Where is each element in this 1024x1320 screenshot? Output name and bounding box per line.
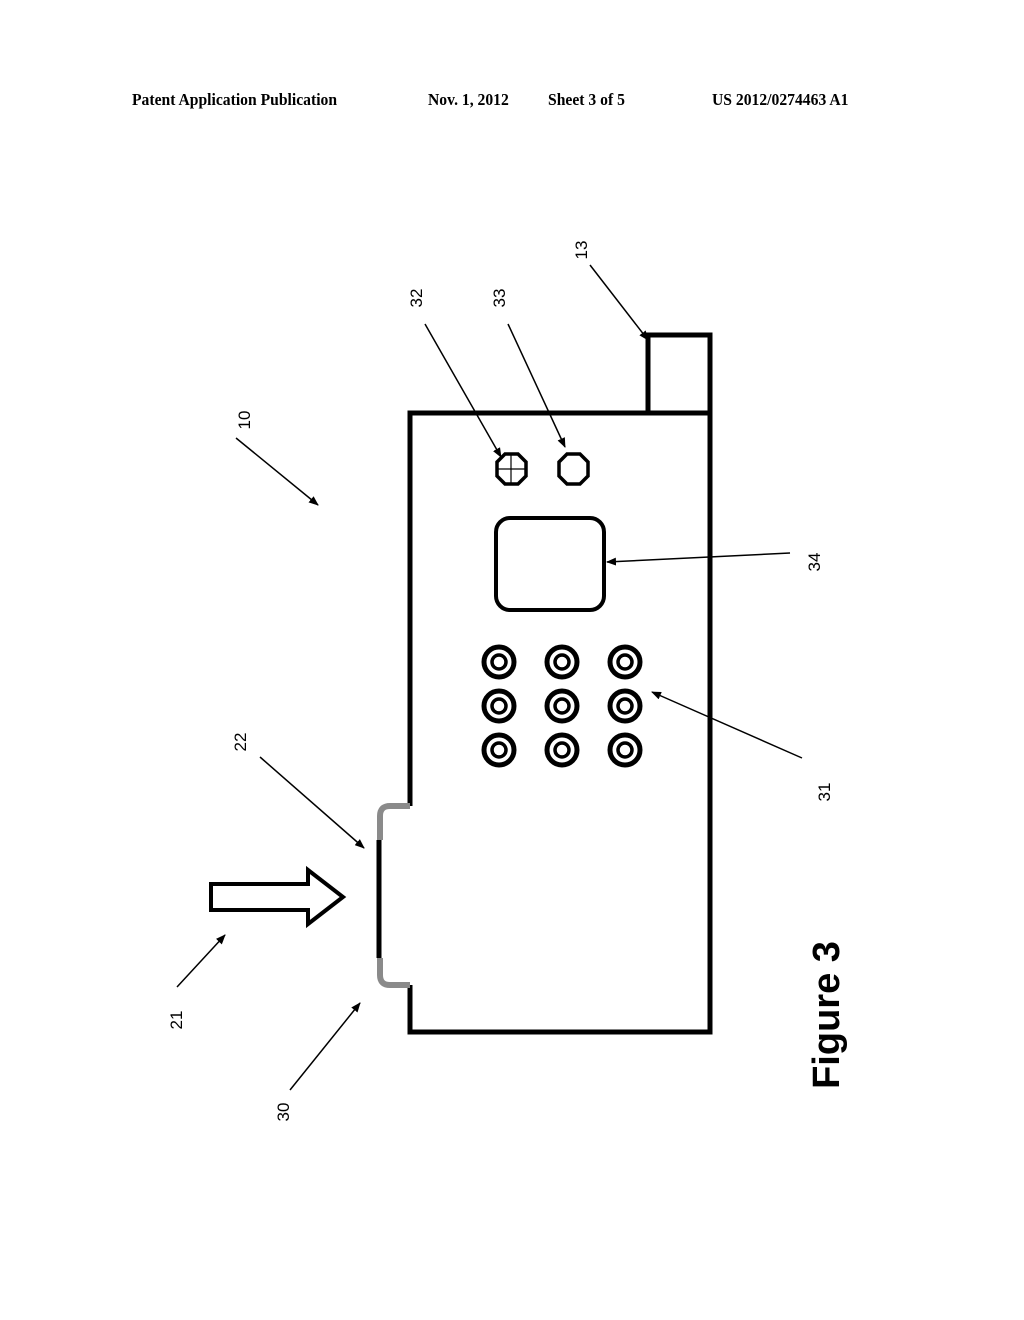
keypad-key-ring	[553, 741, 571, 759]
keypad-key-ring	[616, 653, 634, 671]
keypad-key-ring	[607, 688, 643, 724]
button-33-icon	[557, 452, 590, 486]
label-13: 13	[572, 241, 591, 260]
keypad-key-ring	[616, 741, 634, 759]
label-32: 32	[407, 289, 426, 308]
button-32-icon	[495, 452, 528, 486]
keypad-key-ring	[490, 697, 508, 715]
keypad-key-icon	[481, 688, 517, 724]
figure-caption: Figure 3	[806, 941, 848, 1089]
patent-drawing: 10 13 32 33 34 31 22 21 30 Figure 3	[167, 241, 848, 1122]
label-34: 34	[805, 553, 824, 572]
notch-upper-transition	[377, 803, 410, 840]
tab-outline	[645, 332, 713, 413]
label-33: 33	[490, 289, 509, 308]
leader-33	[507, 323, 566, 448]
leader-22	[259, 756, 365, 849]
keypad-key-ring	[481, 644, 517, 680]
keypad-key-ring	[490, 653, 508, 671]
label-22: 22	[231, 733, 250, 752]
leader-21	[176, 934, 226, 988]
insertion-direction-arrow	[209, 865, 347, 929]
keypad-key-icon	[607, 688, 643, 724]
keypad-key-icon	[481, 732, 517, 768]
keypad-key-ring	[490, 741, 508, 759]
notch-lower-transition	[377, 958, 410, 988]
keypad-key-ring	[553, 653, 571, 671]
keypad-key-ring	[481, 732, 517, 768]
label-31: 31	[815, 783, 834, 802]
label-10: 10	[235, 411, 254, 430]
keypad-key-icon	[544, 644, 580, 680]
keypad-key-icon	[607, 644, 643, 680]
keypad-key-ring	[481, 688, 517, 724]
display-screen	[494, 516, 606, 612]
label-30: 30	[274, 1103, 293, 1122]
keypad-key-ring	[544, 732, 580, 768]
label-21: 21	[167, 1011, 186, 1030]
keypad-key-ring	[544, 644, 580, 680]
leader-10	[235, 437, 319, 506]
keypad-key-icon	[481, 644, 517, 680]
keypad-key-ring	[607, 732, 643, 768]
leader-34	[606, 552, 791, 566]
keypad	[481, 644, 643, 768]
keypad-key-ring	[553, 697, 571, 715]
keypad-key-ring	[607, 644, 643, 680]
keypad-key-ring	[616, 697, 634, 715]
leader-31	[651, 691, 803, 759]
keypad-key-icon	[607, 732, 643, 768]
keypad-key-ring	[544, 688, 580, 724]
leader-13	[589, 264, 649, 341]
keypad-key-icon	[544, 688, 580, 724]
keypad-key-icon	[544, 732, 580, 768]
leader-32	[424, 323, 502, 458]
leader-30	[289, 1002, 361, 1091]
